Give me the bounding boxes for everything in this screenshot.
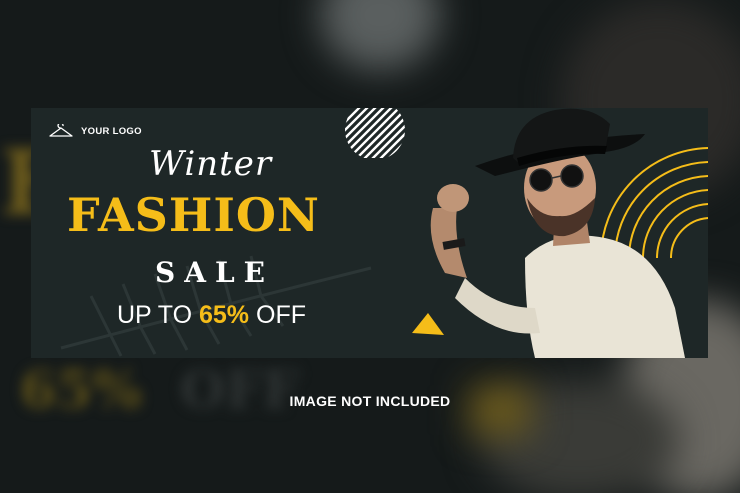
- offer-value: 65%: [199, 301, 250, 329]
- subheadline: SALE: [155, 256, 274, 289]
- offer-prefix: UP TO: [117, 301, 193, 329]
- striped-circle: [345, 108, 405, 158]
- offer-line: UP TO 65% OFF: [117, 301, 306, 330]
- sale-banner: YOUR LOGO Winter FASHION SALE UP TO 65% …: [31, 108, 708, 358]
- script-title: Winter: [149, 144, 273, 184]
- logo-text: YOUR LOGO: [81, 125, 142, 137]
- brand-logo: YOUR LOGO: [47, 124, 142, 138]
- model-photo: [430, 108, 685, 358]
- hanger-icon: [49, 124, 73, 137]
- caption: IMAGE NOT INCLUDED: [289, 393, 451, 409]
- offer-suffix: OFF: [256, 301, 306, 329]
- headline: FASHION: [67, 188, 320, 242]
